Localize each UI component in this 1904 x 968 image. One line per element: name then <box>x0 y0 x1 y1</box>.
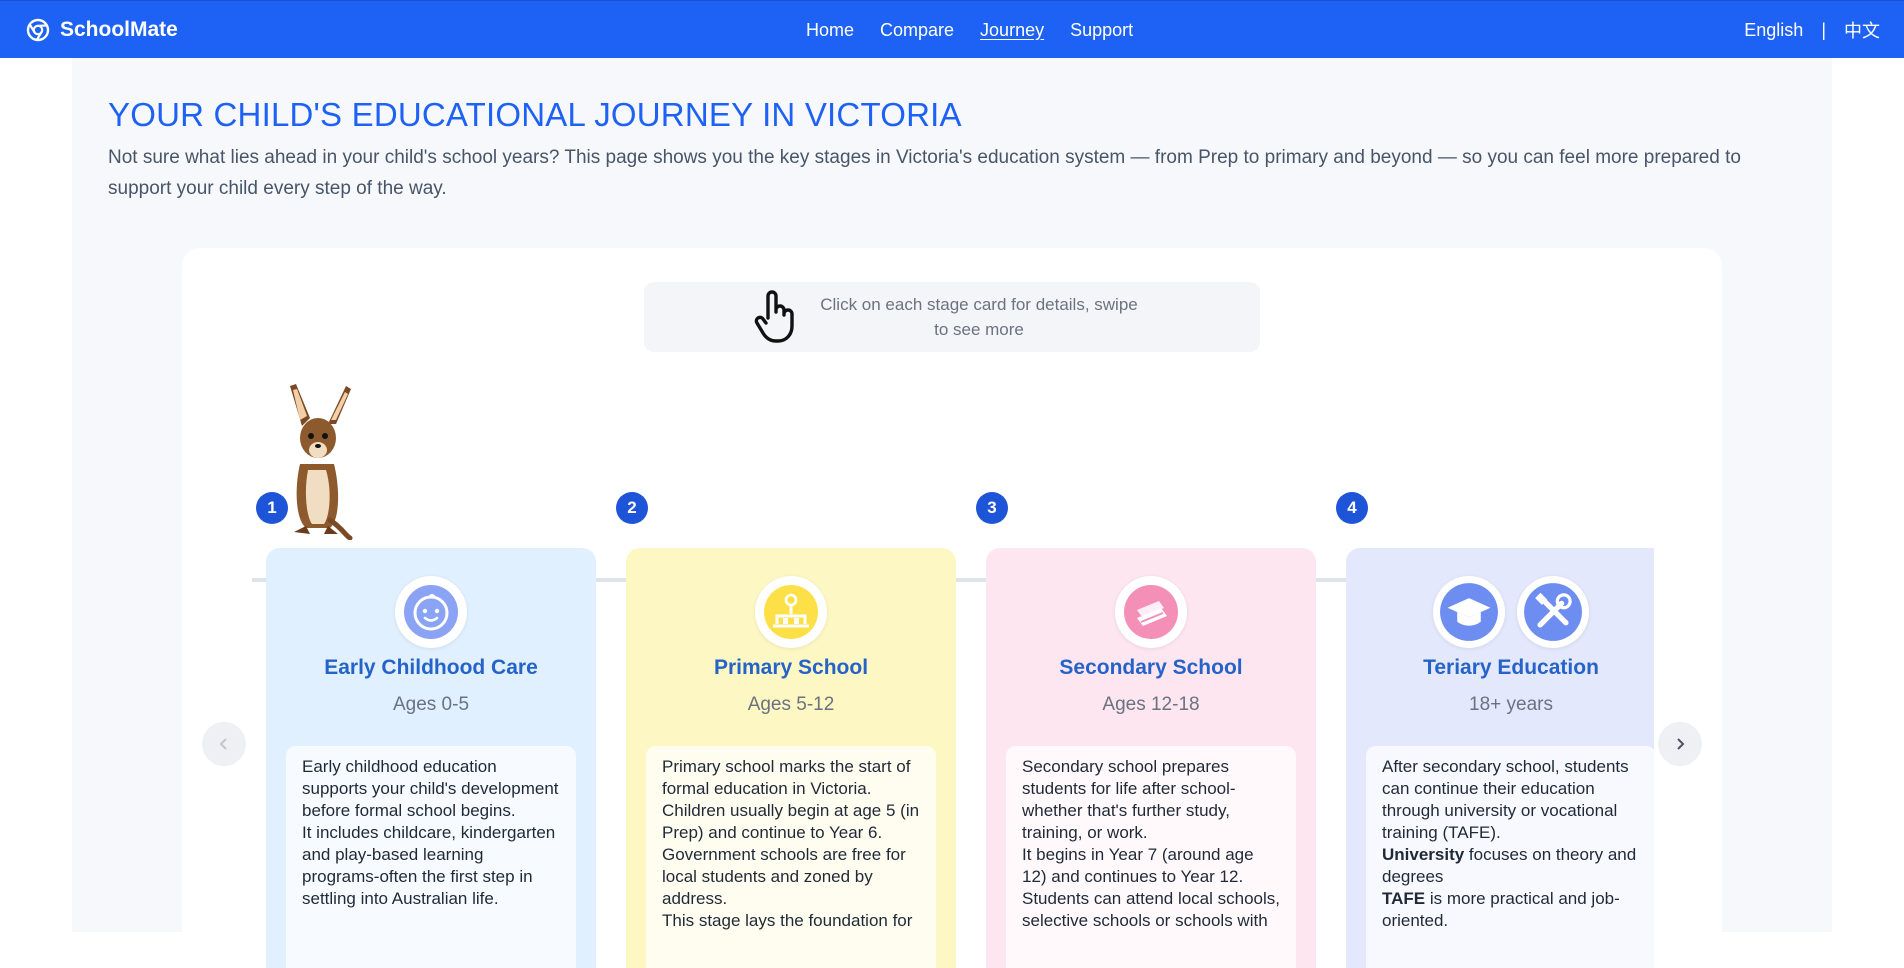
brand-mark-icon <box>26 18 50 42</box>
stage-paragraph: Secondary school prepares students for l… <box>1022 757 1236 842</box>
carousel-next-button[interactable] <box>1658 722 1702 766</box>
stage-paragraph: This stage lays the foundation for <box>662 911 913 930</box>
stage-card-early-childhood[interactable]: Early Childhood Care Ages 0-5 Early chil… <box>266 548 596 968</box>
journey-page: YOUR CHILD'S EDUCATIONAL JOURNEY IN VICT… <box>72 58 1832 968</box>
page-intro: Not sure what lies ahead in your child's… <box>108 147 1741 199</box>
stage-card-secondary[interactable]: Secondary School Ages 12-18 Secondary sc… <box>986 548 1316 968</box>
lang-separator: | <box>1821 19 1826 40</box>
stage-paragraph: Early childhood education supports your … <box>302 757 559 820</box>
kangaroo-mascot <box>290 384 353 540</box>
stage-title: Teriary Education <box>1423 656 1599 679</box>
stage-paragraph: After secondary school, students can con… <box>1382 757 1629 842</box>
tools-icon <box>1524 583 1582 641</box>
stage-paragraph: TAFE is more practical and job-oriented. <box>1382 888 1640 932</box>
graduation-cap-icon <box>1440 583 1498 641</box>
stage-description: Primary school marks the start of formal… <box>646 746 936 968</box>
stage-paragraph: Government schools are free for local st… <box>662 845 906 908</box>
nav-link-support[interactable]: Support <box>1070 20 1133 41</box>
stage-ages: 18+ years <box>1469 694 1553 715</box>
top-navbar: SchoolMate Home Compare Journey Support … <box>0 0 1904 58</box>
swipe-hint-text: Click on each stage card for details, sw… <box>820 295 1138 339</box>
language-switcher: English | 中文 <box>1744 1 1880 59</box>
stage-paragraph: Primary school marks the start of formal… <box>662 757 920 842</box>
lang-english[interactable]: English <box>1744 20 1803 41</box>
nav-link-home[interactable]: Home <box>806 20 854 41</box>
nav-link-journey[interactable]: Journey <box>980 20 1044 41</box>
stage-paragraph: It includes childcare, kindergarten and … <box>302 823 556 908</box>
journey-panel: Click on each stage card for details, sw… <box>182 248 1722 968</box>
brand-logo[interactable]: SchoolMate <box>26 1 178 59</box>
stage-ages: Ages 12-18 <box>1102 694 1200 715</box>
university-label: University <box>1382 845 1465 864</box>
stage-title: Early Childhood Care <box>324 656 538 679</box>
baby-face-icon <box>404 585 458 639</box>
stage-number-badge: 3 <box>976 492 1008 524</box>
stage-number-badge: 2 <box>616 492 648 524</box>
stage-card-primary[interactable]: Primary School Ages 5-12 Primary school … <box>626 548 956 968</box>
stage-number-badge: 4 <box>1336 492 1368 524</box>
chevron-left-icon <box>219 738 227 750</box>
stage-title: Primary School <box>713 656 869 679</box>
school-building-icon <box>764 585 818 639</box>
stage-ages: Ages 5-12 <box>747 694 835 715</box>
page-title: YOUR CHILD'S EDUCATIONAL JOURNEY IN VICT… <box>108 96 962 133</box>
stage-number-badge: 1 <box>256 492 288 524</box>
stage-title: Secondary School <box>1059 656 1243 679</box>
swipe-hint: Click on each stage card for details, sw… <box>644 282 1260 352</box>
stage-card-tertiary[interactable]: Teriary Education 18+ years After second… <box>1346 548 1654 968</box>
stage-paragraph: University focuses on theory and degrees <box>1382 844 1640 888</box>
lang-chinese[interactable]: 中文 <box>1844 17 1880 43</box>
hand-pointer-icon <box>754 290 794 343</box>
main-nav: Home Compare Journey Support <box>806 1 1133 59</box>
stage-description: After secondary school, students can con… <box>1366 746 1654 968</box>
stage-description: Secondary school prepares students for l… <box>1006 746 1296 968</box>
nav-link-compare[interactable]: Compare <box>880 20 954 41</box>
carousel-prev-button[interactable] <box>202 722 246 766</box>
stage-description: Early childhood education supports your … <box>286 746 576 968</box>
books-icon <box>1124 585 1178 639</box>
brand-name: SchoolMate <box>60 18 178 41</box>
chevron-right-icon <box>1677 738 1685 750</box>
stage-paragraph: It begins in Year 7 (around age 12) and … <box>1022 845 1280 930</box>
tafe-label: TAFE <box>1382 889 1426 908</box>
stage-carousel: Early Childhood Care Ages 0-5 Early chil… <box>252 548 1654 968</box>
stage-ages: Ages 0-5 <box>392 694 470 715</box>
